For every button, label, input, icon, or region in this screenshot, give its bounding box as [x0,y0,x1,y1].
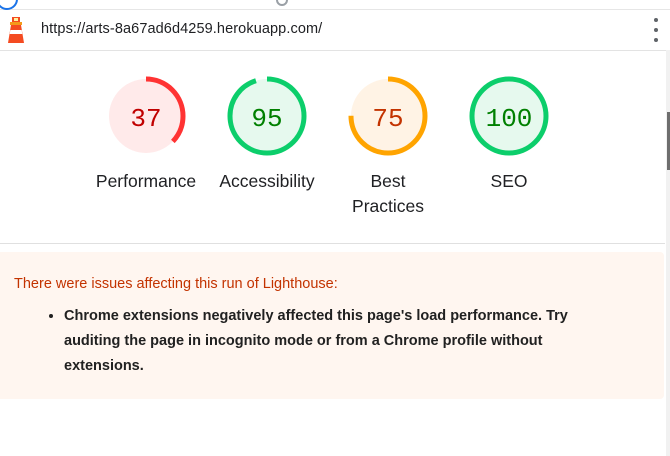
profile-icon[interactable] [0,0,18,10]
gauge-label: SEO [490,171,528,191]
warning-box: There were issues affecting this run of … [0,252,664,399]
score-gauge-ring: 75 [348,76,428,156]
score-value: 100 [486,104,533,134]
gauge-accessibility[interactable]: 95 Accessibility [212,74,322,194]
score-gauge-ring: 37 [106,76,186,156]
score-value: 37 [130,104,161,134]
section-divider [0,243,665,244]
gauge-best-practices[interactable]: 75 Best Practices [333,74,443,219]
warning-item: Chrome extensions negatively affected th… [64,304,624,379]
address-bar: https://arts-8a67ad6d4259.herokuapp.com/ [0,10,670,51]
gauge-performance[interactable]: 37 Performance [91,74,201,194]
gauge-label: Accessibility [219,171,315,191]
browser-top-edge [0,0,670,10]
warning-list: Chrome extensions negatively affected th… [46,304,624,379]
gauge-label: Performance [95,171,197,191]
score-gauges: 37 Performance 95 Accessibility 75 Best … [0,50,670,243]
url-text[interactable]: https://arts-8a67ad6d4259.herokuapp.com/ [41,21,322,37]
score-value: 75 [372,104,403,134]
kebab-menu-icon[interactable] [652,18,660,42]
score-gauge-ring: 100 [469,76,549,156]
warning-title: There were issues affecting this run of … [14,276,338,292]
gauge-seo[interactable]: 100 SEO [454,74,564,194]
lighthouse-icon [8,17,24,43]
score-value: 95 [251,104,282,134]
reload-icon[interactable] [276,0,288,6]
score-gauge-ring: 95 [227,76,307,156]
gauge-label: Best Practices [352,171,424,216]
